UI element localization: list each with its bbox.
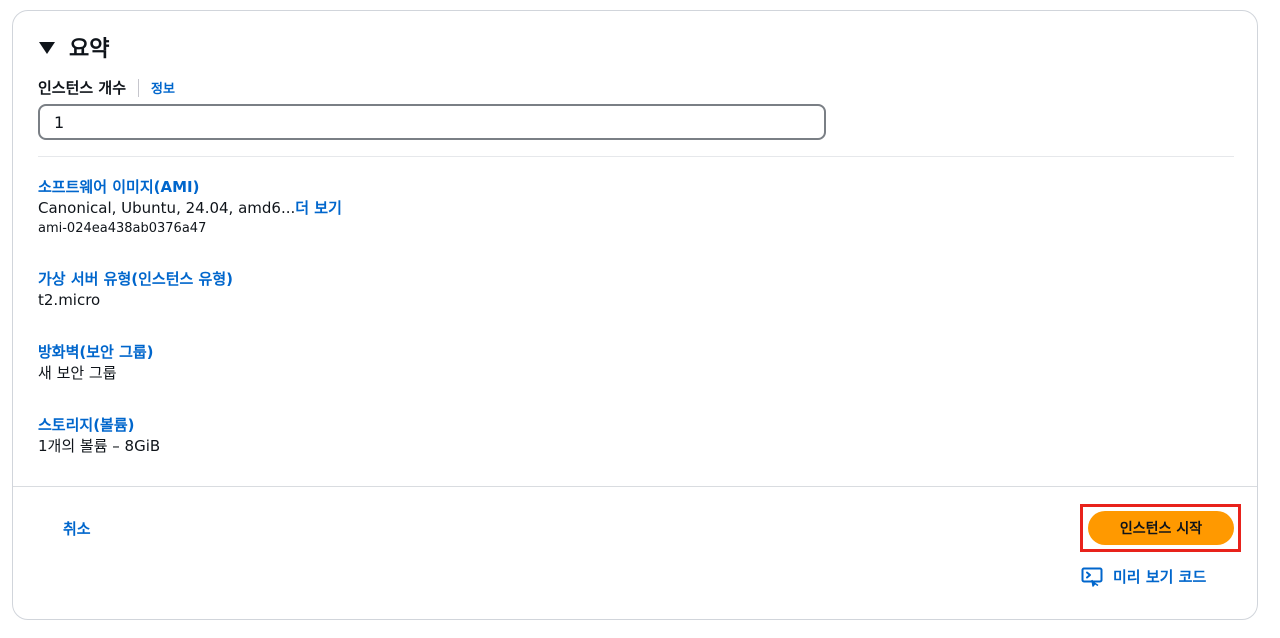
- storage-summary: 스토리지(볼륨) 1개의 볼륨 – 8GiB: [38, 415, 160, 457]
- instance-count-label-row: 인스턴스 개수 정보: [38, 77, 175, 98]
- ami-value: Canonical, Ubuntu, 24.04, amd6...더 보기: [38, 197, 342, 219]
- ami-label-link[interactable]: 소프트웨어 이미지(AMI): [38, 177, 342, 197]
- instance-count-label: 인스턴스 개수: [38, 79, 127, 97]
- instance-count-input[interactable]: [38, 104, 826, 140]
- cancel-button[interactable]: 취소: [63, 518, 91, 539]
- section-divider: [38, 156, 1234, 157]
- code-preview-icon: [1081, 567, 1103, 587]
- preview-code-label: 미리 보기 코드: [1113, 568, 1207, 586]
- summary-header-toggle[interactable]: 요약: [39, 31, 109, 63]
- ami-name: Canonical, Ubuntu, 24.04, amd6...: [38, 199, 296, 217]
- storage-label-link[interactable]: 스토리지(볼륨): [38, 415, 160, 435]
- instance-type-label-link[interactable]: 가상 서버 유형(인스턴스 유형): [38, 269, 233, 289]
- instance-type-value: t2.micro: [38, 291, 101, 309]
- caret-down-icon: [39, 42, 55, 54]
- firewall-summary: 방화벽(보안 그룹) 새 보안 그룹: [38, 342, 154, 384]
- firewall-label-link[interactable]: 방화벽(보안 그룹): [38, 342, 154, 362]
- summary-title: 요약: [69, 37, 110, 62]
- ami-id: ami-024ea438ab0376a47: [38, 221, 207, 236]
- footer-divider: [13, 486, 1257, 487]
- ami-summary: 소프트웨어 이미지(AMI) Canonical, Ubuntu, 24.04,…: [38, 177, 342, 239]
- storage-value: 1개의 볼륨 – 8GiB: [38, 437, 161, 455]
- instance-count-info-link[interactable]: 정보: [151, 78, 175, 97]
- launch-instance-button[interactable]: 인스턴스 시작: [1088, 511, 1234, 545]
- summary-panel: 요약 인스턴스 개수 정보 소프트웨어 이미지(AMI) Canonical, …: [12, 10, 1258, 620]
- preview-code-link[interactable]: 미리 보기 코드: [1081, 566, 1206, 587]
- label-separator: [138, 78, 140, 97]
- instance-type-summary: 가상 서버 유형(인스턴스 유형) t2.micro: [38, 269, 233, 311]
- firewall-value: 새 보안 그룹: [38, 364, 117, 382]
- ami-more-link[interactable]: 더 보기: [295, 199, 342, 217]
